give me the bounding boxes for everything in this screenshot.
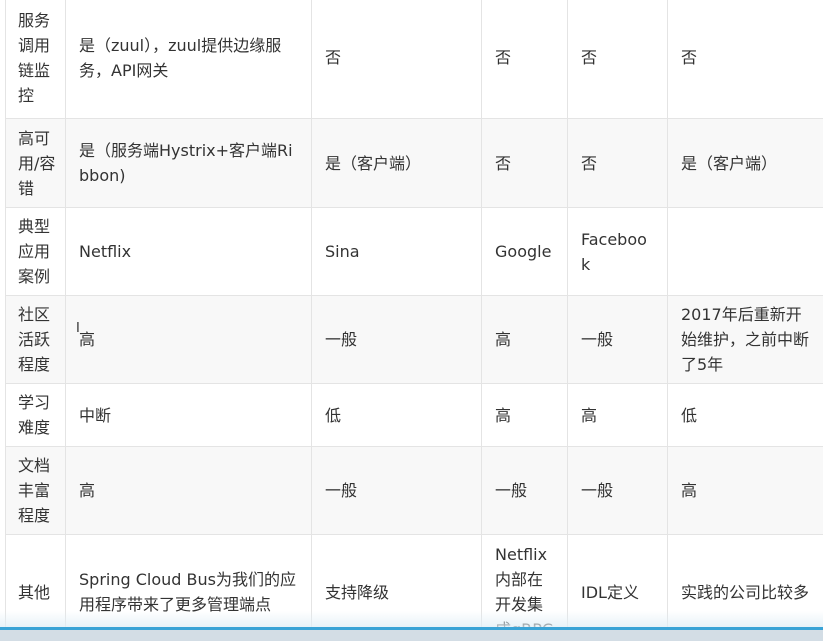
table-row: 服务调用链监控 是（zuul），zuul提供边缘服务，API网关 否 否 否 否 bbox=[5, 0, 823, 119]
text-cursor-icon: I bbox=[76, 321, 80, 336]
table-cell: 一般 bbox=[567, 446, 668, 535]
table-cell: 是（服务端Hystrix+客户端Ribbon) bbox=[65, 118, 312, 208]
table-cell: 否 bbox=[667, 0, 823, 119]
table-row: 文档丰富程度 高 一般 一般 一般 高 bbox=[5, 446, 823, 535]
table-cell: 是（客户端） bbox=[311, 118, 482, 208]
table-cell: 高 bbox=[65, 295, 312, 384]
table-cell: 高 bbox=[65, 446, 312, 535]
table-cell: 否 bbox=[311, 0, 482, 119]
page: 服务调用链监控 是（zuul），zuul提供边缘服务，API网关 否 否 否 否… bbox=[0, 0, 823, 641]
table-cell: Netflix bbox=[65, 207, 312, 296]
table-cell: 一般 bbox=[481, 446, 568, 535]
table-cell: Sina bbox=[311, 207, 482, 296]
table-cell: 低 bbox=[311, 383, 482, 447]
table-cell: 高 bbox=[567, 383, 668, 447]
table-cell: Google bbox=[481, 207, 568, 296]
table-cell: 高 bbox=[481, 383, 568, 447]
table-cell: 中断 bbox=[65, 383, 312, 447]
table-row: 高可用/容错 是（服务端Hystrix+客户端Ribbon) 是（客户端） 否 … bbox=[5, 118, 823, 208]
table-cell: 高 bbox=[481, 295, 568, 384]
table-cell: 低 bbox=[667, 383, 823, 447]
table-cell: Facebook bbox=[567, 207, 668, 296]
table-cell: 是（zuul），zuul提供边缘服务，API网关 bbox=[65, 0, 312, 119]
comparison-table: 服务调用链监控 是（zuul），zuul提供边缘服务，API网关 否 否 否 否… bbox=[5, 0, 823, 641]
row-header: 服务调用链监控 bbox=[5, 0, 66, 119]
row-header: 学习难度 bbox=[5, 383, 66, 447]
row-header: 社区活跃程度 bbox=[5, 295, 66, 384]
row-header: 高可用/容错 bbox=[5, 118, 66, 208]
table-row: 学习难度 中断 低 高 高 低 bbox=[5, 383, 823, 447]
table-cell: 否 bbox=[481, 0, 568, 119]
table-cell: 一般 bbox=[311, 295, 482, 384]
table-row: 社区活跃程度 高 一般 高 一般 2017年后重新开始维护，之前中断了5年 bbox=[5, 295, 823, 384]
table-cell: 否 bbox=[567, 118, 668, 208]
table-cell: 是（客户端） bbox=[667, 118, 823, 208]
table-cell: 一般 bbox=[567, 295, 668, 384]
table-cell: 否 bbox=[567, 0, 668, 119]
bottom-bar bbox=[0, 630, 823, 641]
table-cell: 高 bbox=[667, 446, 823, 535]
table-cell: 一般 bbox=[311, 446, 482, 535]
table-cell bbox=[667, 207, 823, 296]
table-cell: 2017年后重新开始维护，之前中断了5年 bbox=[667, 295, 823, 384]
table-row: 典型应用案例 Netflix Sina Google Facebook bbox=[5, 207, 823, 296]
row-header: 文档丰富程度 bbox=[5, 446, 66, 535]
table-cell: 否 bbox=[481, 118, 568, 208]
row-header: 典型应用案例 bbox=[5, 207, 66, 296]
